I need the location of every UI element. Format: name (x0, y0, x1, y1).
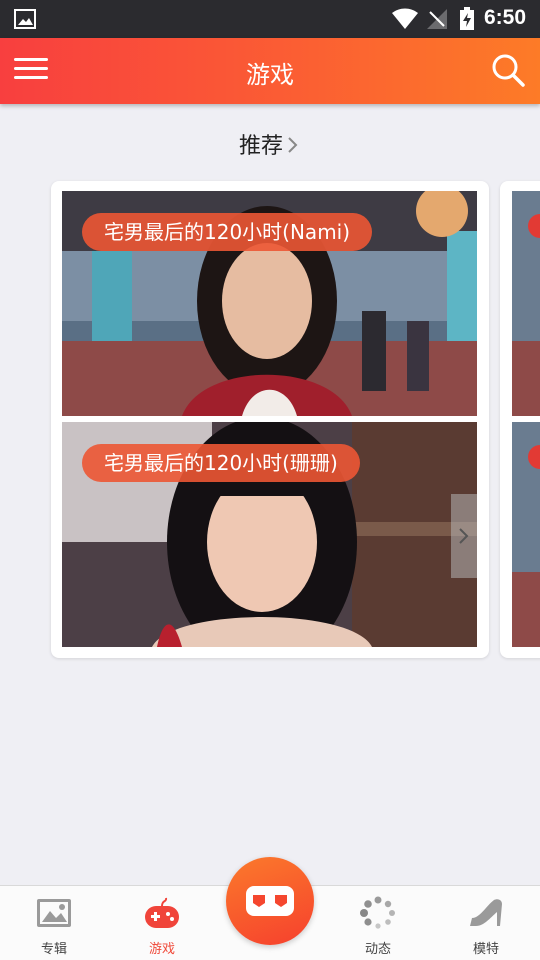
tab-label: 游戏 (148, 942, 175, 957)
no-sim-icon (427, 9, 447, 29)
loading-dots-icon (360, 896, 395, 929)
tab-models[interactable]: 模特 (432, 886, 540, 960)
tab-games[interactable]: 游戏 (108, 886, 216, 960)
game-thumbnail[interactable] (512, 422, 540, 647)
picture-icon (37, 899, 71, 927)
vr-headset-icon (246, 886, 294, 916)
section-header[interactable]: 推荐 (0, 128, 540, 160)
game-thumbnail[interactable] (512, 191, 540, 416)
game-thumbnail[interactable]: 宅男最后的120小时(珊珊) (62, 422, 477, 647)
vr-center-button[interactable] (226, 857, 314, 945)
tab-label: 专辑 (40, 942, 67, 957)
section-title: 推荐 (238, 134, 283, 159)
chevron-right-icon (288, 137, 298, 153)
high-heel-icon (470, 899, 502, 926)
battery-charging-icon (460, 7, 474, 30)
chevron-right-icon (459, 528, 469, 544)
recommend-card: 宅男最后的120小时(Nami) 宅男最后的120小时(珊珊) (51, 181, 489, 658)
tab-feed[interactable]: 动态 (324, 886, 432, 960)
next-arrow-button[interactable] (451, 494, 477, 578)
thumbnail-title: 宅男最后的120小时(Nami) (82, 213, 373, 251)
app-header: 游戏 (0, 38, 540, 104)
status-bar: 6:50 (0, 0, 540, 38)
image-notification-icon (14, 9, 36, 29)
next-card-peek[interactable] (500, 181, 540, 658)
thumbnail-title: 宅男最后的120小时(珊珊) (82, 444, 360, 482)
status-time: 6:50 (484, 6, 527, 29)
page-title: 游戏 (246, 61, 294, 89)
game-thumbnail[interactable]: 宅男最后的120小时(Nami) (62, 191, 477, 416)
tab-label: 模特 (472, 942, 499, 957)
tab-album[interactable]: 专辑 (0, 886, 108, 960)
wifi-icon (392, 8, 418, 29)
thumbnail-image (512, 191, 540, 416)
gamepad-icon (145, 897, 179, 928)
tab-label: 动态 (364, 942, 391, 957)
thumbnail-image (512, 422, 540, 647)
search-icon[interactable] (490, 52, 526, 88)
